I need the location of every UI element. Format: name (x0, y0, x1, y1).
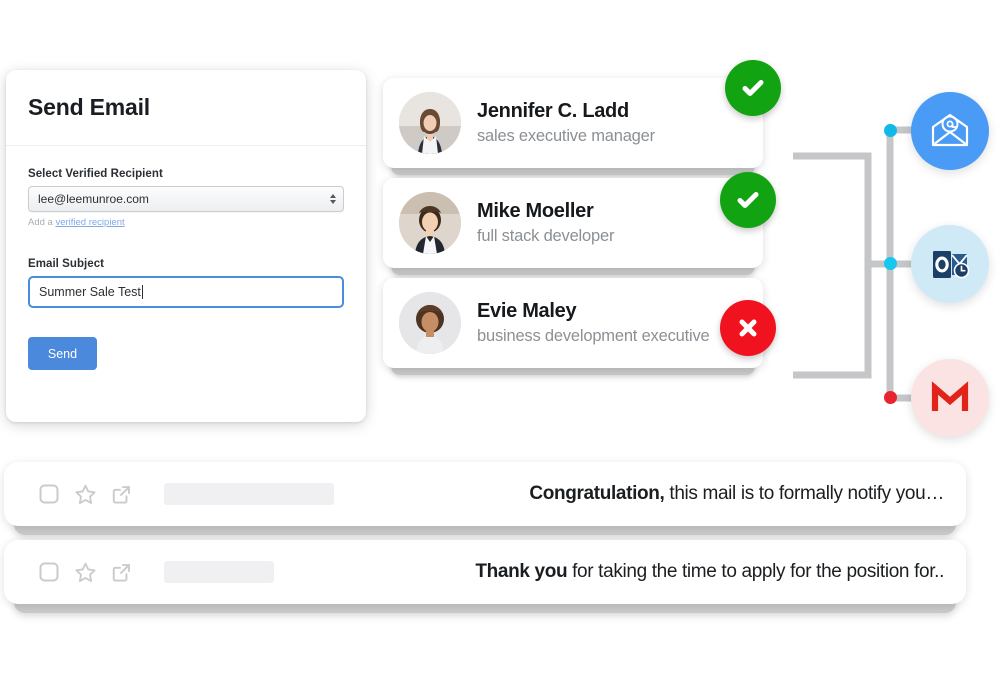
chevron-updown-icon[interactable] (330, 194, 336, 204)
contact-text: Jennifer C. Ladd sales executive manager (477, 100, 747, 147)
close-icon (739, 319, 757, 337)
send-button[interactable]: Send (28, 337, 97, 370)
recipient-select[interactable]: lee@leemunroe.com (28, 186, 344, 212)
subject-label: Email Subject (28, 258, 105, 270)
sender-placeholder-bar (164, 561, 274, 583)
provider-outlook-button[interactable] (911, 225, 989, 303)
checkbox-icon[interactable] (38, 483, 60, 505)
send-email-form: Select Verified Recipient lee@leemunroe.… (6, 146, 366, 370)
contact-name: Jennifer C. Ladd (477, 99, 629, 122)
check-icon (742, 80, 764, 96)
connector-node-bottom (884, 391, 897, 404)
contact-role: business development executive (477, 327, 710, 346)
status-badge-verified (720, 172, 776, 228)
connector-node-top (884, 124, 897, 137)
contact-role: sales executive manager (477, 127, 655, 146)
email-snippet: Congratulation, this mail is to formally… (334, 483, 944, 505)
contact-card[interactable]: Jennifer C. Ladd sales executive manager (383, 60, 781, 168)
email-snippet: Thank you for taking the time to apply f… (274, 561, 944, 583)
avatar (399, 292, 461, 354)
status-badge-verified (725, 60, 781, 116)
outlook-icon (933, 251, 970, 279)
check-icon (737, 192, 759, 208)
contact-role: full stack developer (477, 227, 615, 246)
status-badge-unverified (720, 300, 776, 356)
star-icon[interactable] (74, 483, 97, 506)
recipient-selected-value: lee@leemunroe.com (38, 192, 149, 206)
email-row-stack: Thank you for taking the time to apply f… (4, 540, 966, 613)
external-link-icon[interactable] (111, 484, 132, 505)
email-list-item[interactable]: Thank you for taking the time to apply f… (4, 540, 966, 604)
contact-card-stack: Mike Moeller full stack developer (383, 172, 776, 275)
contact-text: Mike Moeller full stack developer (477, 200, 747, 247)
verified-recipient-link[interactable]: verified recipient (55, 217, 124, 228)
helper-prefix: Add a (28, 217, 56, 228)
contact-text: Evie Maley business development executiv… (477, 300, 747, 347)
add-verified-recipient-helper: Add a verified recipient (28, 217, 344, 228)
row-action-icons (38, 561, 132, 584)
text-caret (141, 285, 143, 299)
checkbox-icon[interactable] (38, 561, 60, 583)
provider-connector-diagram (780, 80, 1000, 440)
email-row-stack: Congratulation, this mail is to formally… (4, 462, 966, 535)
gmail-icon (931, 381, 969, 411)
contact-card[interactable]: Mike Moeller full stack developer (383, 172, 776, 268)
send-email-card: Send Email Select Verified Recipient lee… (6, 70, 366, 422)
external-link-icon[interactable] (111, 562, 132, 583)
page-title: Send Email (28, 94, 150, 120)
provider-gmail-button[interactable] (911, 359, 989, 437)
send-email-header: Send Email (6, 70, 366, 146)
subject-input[interactable]: Summer Sale Test (28, 276, 344, 308)
contact-name: Evie Maley (477, 299, 577, 322)
provider-email-button[interactable] (911, 92, 989, 170)
avatar (399, 192, 461, 254)
star-icon[interactable] (74, 561, 97, 584)
contact-name: Mike Moeller (477, 199, 594, 222)
snippet-bold: Thank you (475, 561, 568, 582)
snippet-rest: for taking the time to apply for the pos… (567, 561, 944, 582)
contact-card-stack: Evie Maley business development executiv… (383, 278, 776, 375)
recipient-label: Select Verified Recipient (28, 168, 163, 180)
contact-card-list: Jennifer C. Ladd sales executive manager (383, 60, 781, 378)
row-action-icons (38, 483, 132, 506)
avatar (399, 92, 461, 154)
subject-field-group: Email Subject Summer Sale Test (28, 258, 344, 308)
email-at-icon (931, 113, 969, 147)
contact-card-stack: Jennifer C. Ladd sales executive manager (383, 60, 781, 175)
contact-card[interactable]: Evie Maley business development executiv… (383, 278, 776, 368)
subject-input-value: Summer Sale Test (39, 285, 141, 299)
connector-node-mid (884, 257, 897, 270)
snippet-rest: this mail is to formally notify you… (664, 483, 944, 504)
sender-placeholder-bar (164, 483, 334, 505)
snippet-bold: Congratulation, (529, 483, 665, 504)
email-list-item[interactable]: Congratulation, this mail is to formally… (4, 462, 966, 526)
email-list: Congratulation, this mail is to formally… (4, 462, 966, 618)
